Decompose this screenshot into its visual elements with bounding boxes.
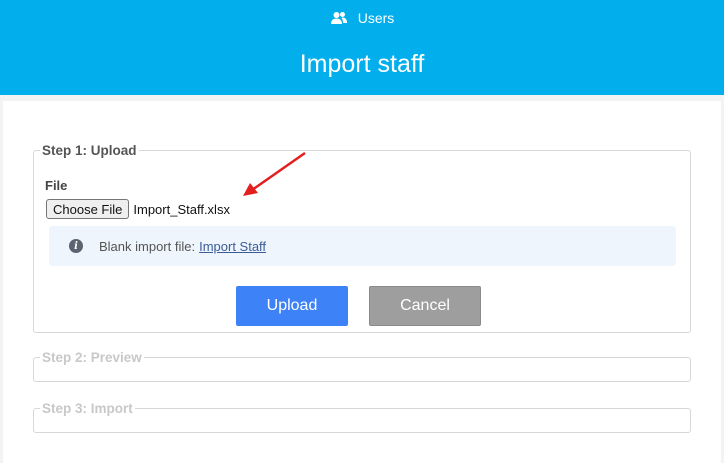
step-upload-legend: Step 1: Upload — [42, 143, 137, 158]
cancel-button[interactable]: Cancel — [369, 286, 481, 326]
info-icon: i — [69, 239, 83, 253]
info-box: i Blank import file: Import Staff — [49, 226, 676, 266]
page-title: Import staff — [299, 50, 425, 78]
breadcrumb[interactable]: Users — [0, 10, 724, 26]
breadcrumb-label[interactable]: Users — [358, 10, 395, 26]
import-staff-template-link[interactable]: Import Staff — [199, 239, 266, 254]
upload-button[interactable]: Upload — [236, 286, 348, 326]
file-label: File — [45, 178, 68, 193]
step-preview-section: Step 2: Preview — [33, 350, 691, 382]
info-text: Blank import file: — [99, 238, 196, 254]
choose-file-button[interactable]: Choose File — [46, 199, 130, 219]
users-icon — [330, 11, 348, 25]
import-card: Step 1: Upload File Choose File Import_S… — [3, 101, 721, 463]
step-import-legend: Step 3: Import — [42, 401, 133, 416]
chosen-file-name: Import_Staff.xlsx — [133, 201, 230, 217]
page-header: Users Import staff — [0, 0, 724, 95]
step-import-section: Step 3: Import — [33, 401, 691, 433]
file-input[interactable]: Choose File Import_Staff.xlsx — [46, 199, 230, 219]
step-upload-section: Step 1: Upload File Choose File Import_S… — [33, 143, 691, 333]
step-preview-legend: Step 2: Preview — [42, 350, 142, 365]
